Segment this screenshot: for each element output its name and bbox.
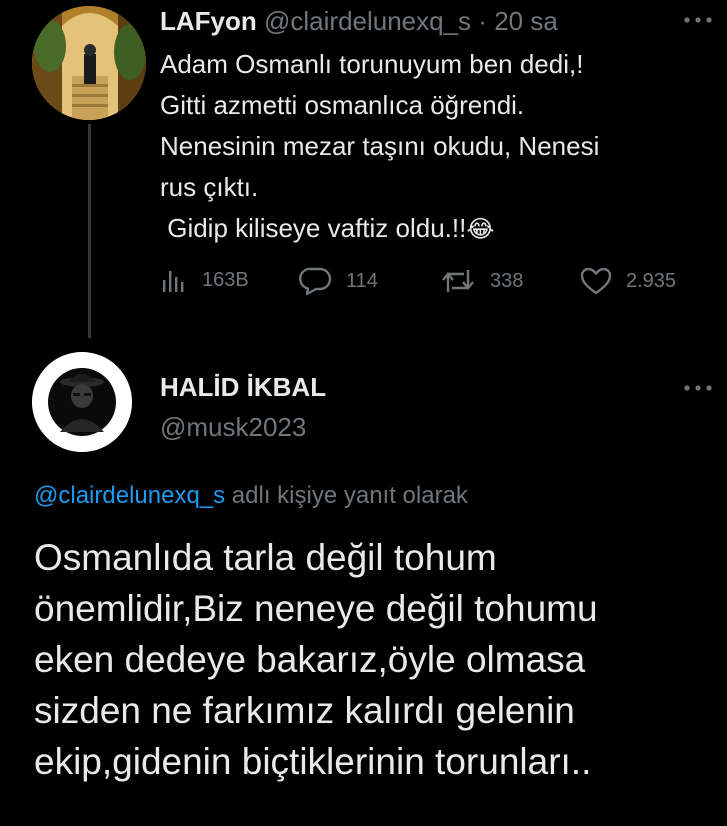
retweets-count: 338	[490, 269, 524, 292]
more-horizontal-icon	[684, 385, 712, 391]
reply-handle[interactable]: @musk2023	[160, 410, 306, 444]
reply-text-line: ekip,gidenin biçtiklerinin torunları..	[34, 741, 592, 782]
tweet-text-line: rus çıktı.	[160, 172, 259, 202]
tweet-text-line: Gidip kiliseye vaftiz oldu.!!	[160, 213, 467, 243]
parent-more-button[interactable]	[680, 8, 716, 32]
reply-text-line: önemlidir,Biz neneye değil tohumu	[34, 588, 598, 629]
tweet-text-line: Gitti azmetti osmanlıca öğrendi.	[160, 90, 525, 120]
replies-count: 114	[346, 269, 378, 292]
reply-tweet-text: Osmanlıda tarla değil tohum önemlidir,Bi…	[34, 532, 724, 787]
parent-display-name[interactable]: LAFyon	[160, 6, 257, 36]
heart-icon	[580, 267, 612, 295]
reply-bubble-icon	[299, 267, 332, 296]
reply-text-line: Osmanlıda tarla değil tohum	[34, 537, 497, 578]
reply-more-button[interactable]	[680, 376, 716, 400]
parent-tweet-text: Adam Osmanlı torunuyum ben dedi,! Gitti …	[160, 44, 720, 250]
avatar-logo-image	[32, 352, 132, 452]
reply-text-line: sizden ne farkımız kalırdı gelenin	[34, 690, 575, 731]
parent-avatar[interactable]	[32, 6, 146, 120]
more-horizontal-icon	[684, 17, 712, 23]
tweet-text-line: Nenesinin mezar taşını okudu, Nenesi	[160, 131, 600, 161]
views-action[interactable]: 163B	[160, 266, 249, 294]
replying-to-suffix: adlı kişiye yanıt olarak	[225, 482, 468, 509]
face-with-tears-of-joy-icon: 😂	[466, 216, 495, 243]
retweet-action[interactable]: 338	[440, 266, 523, 296]
thread-connector-line	[88, 124, 91, 338]
parent-timestamp[interactable]: 20 sa	[494, 6, 558, 36]
header-separator: ·	[478, 6, 487, 36]
reply-action[interactable]: 114	[298, 266, 378, 296]
tweet-text-line-last: Gidip kiliseye vaftiz oldu.!!😂	[160, 208, 720, 250]
parent-handle[interactable]: @clairdelunexq_s	[264, 6, 471, 36]
replying-to-line: @clairdelunexq_s adlı kişiye yanıt olara…	[34, 480, 468, 512]
reply-avatar[interactable]	[32, 352, 132, 452]
retweet-icon	[442, 270, 474, 292]
reply-display-name[interactable]: HALİD İKBAL	[160, 370, 326, 404]
like-action[interactable]: 2.935	[580, 266, 676, 296]
parent-tweet-header: LAFyon @clairdelunexq_s · 20 sa	[160, 4, 558, 38]
reply-text-line: eken dedeye bakarız,öyle olmasa	[34, 639, 586, 680]
avatar-photo-image	[32, 6, 146, 120]
analytics-icon	[163, 271, 184, 292]
likes-count: 2.935	[626, 269, 677, 292]
replying-to-mention-link[interactable]: @clairdelunexq_s	[34, 482, 225, 509]
tweet-text-line: Adam Osmanlı torunuyum ben dedi,!	[160, 49, 584, 79]
views-count: 163B	[202, 268, 249, 291]
